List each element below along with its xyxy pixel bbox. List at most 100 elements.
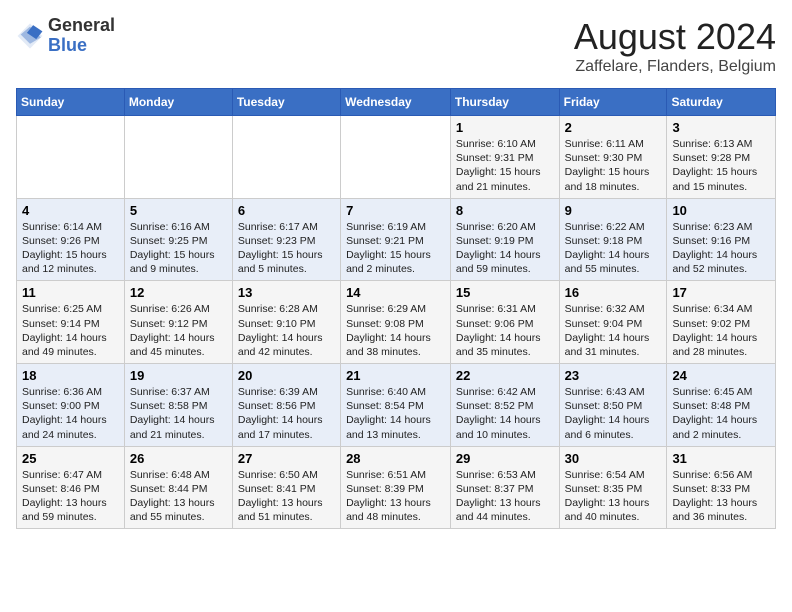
day-info: Sunrise: 6:54 AM Sunset: 8:35 PM Dayligh… xyxy=(565,468,662,525)
day-of-week-header: Saturday xyxy=(667,89,776,116)
calendar-day-cell: 6 Sunrise: 6:17 AM Sunset: 9:23 PM Daylig… xyxy=(232,198,340,281)
calendar-day-cell: 29Sunrise: 6:53 AM Sunset: 8:37 PM Dayli… xyxy=(450,446,559,529)
calendar-day-cell: 30 Sunrise: 6:54 AM Sunset: 8:35 PM Dayli… xyxy=(559,446,667,529)
calendar-day-cell: 8 Sunrise: 6:20 AM Sunset: 9:19 PM Daylig… xyxy=(450,198,559,281)
day-info: Sunrise: 6:45 AM Sunset: 8:48 PM Dayligh… xyxy=(672,385,770,442)
day-of-week-header: Thursday xyxy=(450,89,559,116)
calendar-day-cell: 15 Sunrise: 6:31 AM Sunset: 9:06 PM Dayli… xyxy=(450,281,559,364)
day-info: Sunrise: 6:13 AM Sunset: 9:28 PM Dayligh… xyxy=(672,137,770,194)
calendar-day-cell: 23 Sunrise: 6:43 AM Sunset: 8:50 PM Dayli… xyxy=(559,364,667,447)
day-number: 8 xyxy=(456,203,554,218)
day-number: 26 xyxy=(130,451,227,466)
day-number: 14 xyxy=(346,285,445,300)
day-number: 21 xyxy=(346,368,445,383)
day-number: 11 xyxy=(22,285,119,300)
day-info: Sunrise: 6:26 AM Sunset: 9:12 PM Dayligh… xyxy=(130,302,227,359)
day-number: 9 xyxy=(565,203,662,218)
calendar-day-cell: 11 Sunrise: 6:25 AM Sunset: 9:14 PM Dayli… xyxy=(17,281,125,364)
logo-general: General xyxy=(48,15,115,35)
day-info: Sunrise: 6:43 AM Sunset: 8:50 PM Dayligh… xyxy=(565,385,662,442)
calendar-day-cell: 9 Sunrise: 6:22 AM Sunset: 9:18 PM Daylig… xyxy=(559,198,667,281)
calendar-day-cell: 19Sunrise: 6:37 AM Sunset: 8:58 PM Dayli… xyxy=(124,364,232,447)
day-info: Sunrise: 6:31 AM Sunset: 9:06 PM Dayligh… xyxy=(456,302,554,359)
day-info: Sunrise: 6:10 AM Sunset: 9:31 PM Dayligh… xyxy=(456,137,554,194)
day-number: 17 xyxy=(672,285,770,300)
day-number: 12 xyxy=(130,285,227,300)
day-info: Sunrise: 6:39 AM Sunset: 8:56 PM Dayligh… xyxy=(238,385,335,442)
day-info: Sunrise: 6:28 AM Sunset: 9:10 PM Dayligh… xyxy=(238,302,335,359)
calendar-day-cell: 21Sunrise: 6:40 AM Sunset: 8:54 PM Dayli… xyxy=(341,364,451,447)
day-info: Sunrise: 6:19 AM Sunset: 9:21 PM Dayligh… xyxy=(346,220,445,277)
calendar-day-cell: 13 Sunrise: 6:28 AM Sunset: 9:10 PM Dayli… xyxy=(232,281,340,364)
day-number: 18 xyxy=(22,368,119,383)
logo-icon xyxy=(16,22,44,50)
calendar-week-row: 11 Sunrise: 6:25 AM Sunset: 9:14 PM Dayli… xyxy=(17,281,776,364)
day-number: 4 xyxy=(22,203,119,218)
day-info: Sunrise: 6:23 AM Sunset: 9:16 PM Dayligh… xyxy=(672,220,770,277)
day-number: 25 xyxy=(22,451,119,466)
day-number: 30 xyxy=(565,451,662,466)
calendar-day-cell: 18 Sunrise: 6:36 AM Sunset: 9:00 PM Dayli… xyxy=(17,364,125,447)
day-number: 22 xyxy=(456,368,554,383)
calendar-table: SundayMondayTuesdayWednesdayThursdayFrid… xyxy=(16,88,776,529)
calendar-day-cell xyxy=(124,116,232,199)
day-info: Sunrise: 6:20 AM Sunset: 9:19 PM Dayligh… xyxy=(456,220,554,277)
day-number: 27 xyxy=(238,451,335,466)
day-info: Sunrise: 6:17 AM Sunset: 9:23 PM Dayligh… xyxy=(238,220,335,277)
day-info: Sunrise: 6:56 AM Sunset: 8:33 PM Dayligh… xyxy=(672,468,770,525)
calendar-day-cell: 12 Sunrise: 6:26 AM Sunset: 9:12 PM Dayli… xyxy=(124,281,232,364)
day-info: Sunrise: 6:22 AM Sunset: 9:18 PM Dayligh… xyxy=(565,220,662,277)
calendar-day-cell: 2 Sunrise: 6:11 AM Sunset: 9:30 PM Daylig… xyxy=(559,116,667,199)
day-number: 19 xyxy=(130,368,227,383)
day-of-week-header: Monday xyxy=(124,89,232,116)
calendar-day-cell xyxy=(17,116,125,199)
location: Zaffelare, Flanders, Belgium xyxy=(574,58,776,76)
day-number: 2 xyxy=(565,120,662,135)
calendar-day-cell: 5Sunrise: 6:16 AM Sunset: 9:25 PM Daylig… xyxy=(124,198,232,281)
logo: General Blue xyxy=(16,16,115,56)
day-info: Sunrise: 6:48 AM Sunset: 8:44 PM Dayligh… xyxy=(130,468,227,525)
calendar-day-cell: 31 Sunrise: 6:56 AM Sunset: 8:33 PM Dayli… xyxy=(667,446,776,529)
title-block: August 2024 Zaffelare, Flanders, Belgium xyxy=(574,16,776,76)
day-number: 7 xyxy=(346,203,445,218)
day-number: 5 xyxy=(130,203,227,218)
day-number: 15 xyxy=(456,285,554,300)
calendar-week-row: 18 Sunrise: 6:36 AM Sunset: 9:00 PM Dayli… xyxy=(17,364,776,447)
logo-text: General Blue xyxy=(48,16,115,56)
day-number: 24 xyxy=(672,368,770,383)
calendar-day-cell xyxy=(232,116,340,199)
day-number: 1 xyxy=(456,120,554,135)
day-info: Sunrise: 6:47 AM Sunset: 8:46 PM Dayligh… xyxy=(22,468,119,525)
day-info: Sunrise: 6:42 AM Sunset: 8:52 PM Dayligh… xyxy=(456,385,554,442)
calendar-day-cell: 27 Sunrise: 6:50 AM Sunset: 8:41 PM Dayli… xyxy=(232,446,340,529)
calendar-header-row: SundayMondayTuesdayWednesdayThursdayFrid… xyxy=(17,89,776,116)
day-of-week-header: Tuesday xyxy=(232,89,340,116)
day-number: 3 xyxy=(672,120,770,135)
day-info: Sunrise: 6:29 AM Sunset: 9:08 PM Dayligh… xyxy=(346,302,445,359)
month-year: August 2024 xyxy=(574,16,776,58)
calendar-day-cell xyxy=(341,116,451,199)
day-number: 6 xyxy=(238,203,335,218)
calendar-week-row: 4Sunrise: 6:14 AM Sunset: 9:26 PM Daylig… xyxy=(17,198,776,281)
day-info: Sunrise: 6:32 AM Sunset: 9:04 PM Dayligh… xyxy=(565,302,662,359)
day-number: 31 xyxy=(672,451,770,466)
calendar-day-cell: 20 Sunrise: 6:39 AM Sunset: 8:56 PM Dayli… xyxy=(232,364,340,447)
day-number: 23 xyxy=(565,368,662,383)
day-number: 13 xyxy=(238,285,335,300)
calendar-day-cell: 16 Sunrise: 6:32 AM Sunset: 9:04 PM Dayli… xyxy=(559,281,667,364)
day-of-week-header: Wednesday xyxy=(341,89,451,116)
day-number: 16 xyxy=(565,285,662,300)
calendar-day-cell: 22 Sunrise: 6:42 AM Sunset: 8:52 PM Dayli… xyxy=(450,364,559,447)
logo-blue: Blue xyxy=(48,35,87,55)
calendar-day-cell: 4Sunrise: 6:14 AM Sunset: 9:26 PM Daylig… xyxy=(17,198,125,281)
calendar-week-row: 1 Sunrise: 6:10 AM Sunset: 9:31 PM Daylig… xyxy=(17,116,776,199)
day-info: Sunrise: 6:50 AM Sunset: 8:41 PM Dayligh… xyxy=(238,468,335,525)
day-info: Sunrise: 6:25 AM Sunset: 9:14 PM Dayligh… xyxy=(22,302,119,359)
day-number: 10 xyxy=(672,203,770,218)
day-info: Sunrise: 6:11 AM Sunset: 9:30 PM Dayligh… xyxy=(565,137,662,194)
day-number: 20 xyxy=(238,368,335,383)
calendar-day-cell: 3 Sunrise: 6:13 AM Sunset: 9:28 PM Daylig… xyxy=(667,116,776,199)
day-info: Sunrise: 6:51 AM Sunset: 8:39 PM Dayligh… xyxy=(346,468,445,525)
page-header: General Blue August 2024 Zaffelare, Flan… xyxy=(16,16,776,76)
day-info: Sunrise: 6:36 AM Sunset: 9:00 PM Dayligh… xyxy=(22,385,119,442)
